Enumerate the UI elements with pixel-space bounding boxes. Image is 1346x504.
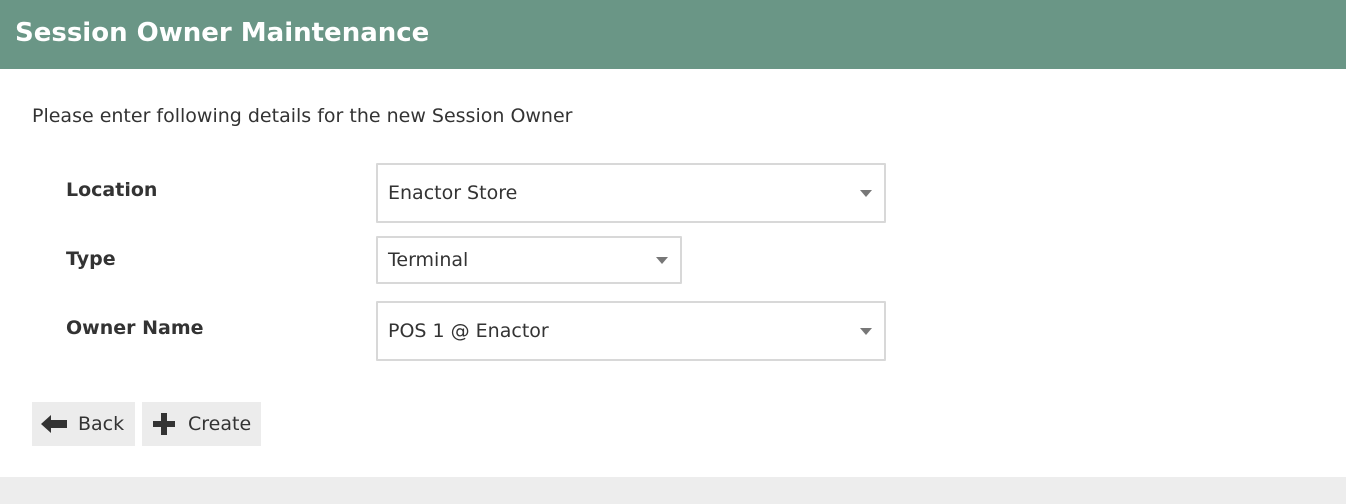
chevron-down-icon [656,257,668,264]
chevron-down-icon [860,190,872,197]
create-button-label: Create [188,413,252,435]
page-title: Session Owner Maintenance [15,18,430,48]
chevron-down-icon [860,328,872,335]
form-intro-text: Please enter following details for the n… [32,105,573,127]
type-select-value: Terminal [388,249,469,271]
plus-icon [153,413,175,435]
back-button-label: Back [78,413,125,435]
arrow-left-icon [41,415,67,433]
location-select[interactable]: Enactor Store [376,163,886,223]
owner-name-select[interactable]: POS 1 @ Enactor [376,301,886,361]
type-label: Type [66,248,116,270]
type-select[interactable]: Terminal [376,236,682,284]
back-button[interactable]: Back [32,402,135,446]
create-button[interactable]: Create [142,402,261,446]
owner-name-label: Owner Name [66,317,204,339]
location-select-value: Enactor Store [388,182,518,204]
location-label: Location [66,179,158,201]
footer-bar [0,477,1346,504]
owner-name-select-value: POS 1 @ Enactor [388,320,549,342]
form-panel: Please enter following details for the n… [0,69,1346,477]
page-header: Session Owner Maintenance [0,0,1346,69]
